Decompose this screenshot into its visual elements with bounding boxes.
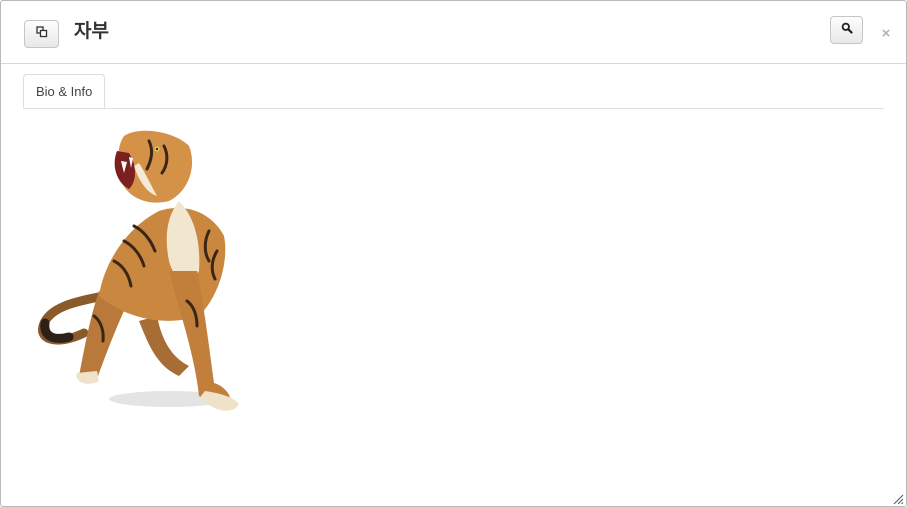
resize-handle-icon[interactable]: [892, 492, 904, 505]
search-icon: [841, 21, 853, 39]
close-icon[interactable]: ×: [879, 26, 893, 42]
dialog-header: 자부 ×: [1, 1, 906, 64]
tab-bio-info[interactable]: Bio & Info: [23, 74, 106, 108]
popout-button[interactable]: [24, 20, 59, 48]
bio-image: [29, 121, 269, 431]
dialog-window: 자부 × Bio & Info: [0, 0, 907, 507]
popout-icon: [35, 25, 48, 43]
search-button[interactable]: [830, 16, 863, 44]
dialog-title: 자부: [74, 20, 109, 42]
tiger-illustration: [38, 130, 239, 411]
tab-bar: Bio & Info: [23, 74, 884, 109]
